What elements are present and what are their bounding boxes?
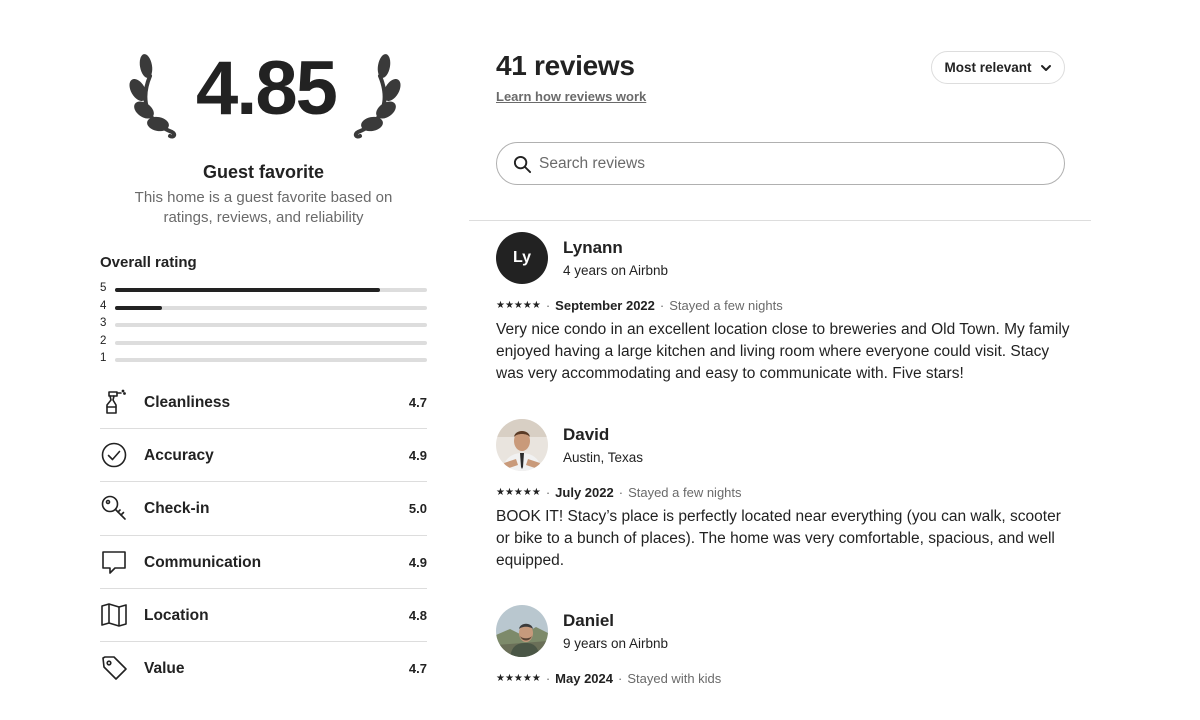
review-date: May 2024 — [555, 671, 613, 686]
overall-rating-title: Overall rating — [100, 254, 197, 271]
reviewer-name: David — [563, 425, 610, 444]
category-accuracy: Accuracy 4.9 — [100, 429, 427, 483]
category-cleanliness: Cleanliness 4.7 — [100, 376, 427, 430]
reviewer-subtitle: Austin, Texas — [563, 450, 644, 465]
category-label: Value — [144, 659, 185, 677]
star-rating: ★★★★★ — [496, 673, 541, 684]
rating-bar-fill — [115, 288, 381, 292]
rating-bar-fill — [115, 305, 162, 310]
review-text: Very nice condo in an excellent location… — [496, 321, 1070, 382]
avatar[interactable] — [496, 605, 548, 657]
check-circle-icon — [101, 442, 127, 468]
chevron-down-icon — [1040, 64, 1051, 71]
review-meta: ★★★★★ · September 2022 · Stayed a few ni… — [496, 298, 783, 313]
rating-bar-track — [115, 340, 427, 345]
rating-bar-star: 3 — [100, 317, 107, 329]
search-reviews-box[interactable] — [496, 142, 1065, 185]
separator-dot: · — [618, 671, 623, 686]
rating-bar-star: 2 — [100, 334, 107, 347]
category-label: Cleanliness — [144, 394, 231, 411]
separator-dot: · — [545, 485, 551, 500]
rating-bar-row: 5 — [100, 281, 427, 299]
category-label: Communication — [144, 553, 262, 571]
category-value: 4.9 — [408, 554, 427, 570]
chat-bubble-icon — [102, 550, 126, 574]
category-label: Accuracy — [144, 447, 214, 465]
rating-bar-track — [115, 323, 427, 327]
star-rating: ★★★★★ — [496, 300, 541, 311]
category-value: 4.7 — [408, 660, 427, 676]
category-value: 4.7 — [408, 395, 427, 410]
rating-bar-row: 4 — [100, 299, 427, 317]
search-reviews-input[interactable] — [539, 151, 1039, 177]
rating-bar-row: 1 — [100, 351, 427, 369]
rating-bar-track — [115, 288, 427, 292]
review-text: BOOK IT! Stacy’s place is perfectly loca… — [496, 508, 1061, 569]
map-icon — [101, 602, 127, 627]
category-value: 5.0 — [408, 501, 427, 517]
category-value: 4.9 — [408, 448, 427, 464]
overall-rating-value: 4.85 — [196, 46, 338, 131]
tag-icon — [102, 656, 127, 680]
reviewer-subtitle: 4 years on Airbnb — [563, 263, 669, 278]
rating-bar-star: 1 — [100, 352, 107, 364]
review-meta: ★★★★★ · July 2022 · Stayed a few nights — [496, 485, 742, 500]
separator-dot: · — [545, 671, 551, 686]
key-icon — [101, 496, 126, 521]
category-value-rating: Value 4.7 — [100, 642, 427, 695]
sort-dropdown-button[interactable]: Most relevant — [931, 51, 1065, 84]
avatar[interactable]: Ly — [496, 232, 548, 284]
sort-dropdown-label: Most relevant — [944, 60, 1032, 75]
avatar[interactable] — [496, 419, 548, 471]
separator-dot: · — [545, 298, 551, 313]
category-location: Location 4.8 — [100, 589, 427, 642]
category-label: Location — [144, 606, 209, 624]
stay-type: Stayed a few nights — [628, 485, 742, 500]
rating-bar-star: 5 — [100, 282, 107, 294]
rating-bar-row: 3 — [100, 316, 427, 334]
category-label: Check-in — [144, 500, 210, 518]
avatar-photo — [496, 605, 548, 657]
spray-bottle-icon — [106, 389, 126, 414]
learn-how-reviews-work-link[interactable]: Learn how reviews work — [496, 89, 646, 104]
rating-bar-track — [115, 358, 427, 362]
reviewer-name: Daniel — [563, 611, 615, 630]
review-date: July 2022 — [555, 485, 614, 500]
stay-type: Stayed with kids — [627, 671, 722, 686]
separator-dot: · — [618, 485, 624, 500]
laurel-right-icon — [353, 54, 401, 139]
section-divider — [469, 220, 1091, 221]
review-date: September 2022 — [555, 298, 655, 313]
category-communication: Communication 4.9 — [100, 536, 427, 589]
rating-bar-row: 2 — [100, 334, 427, 352]
category-check-in: Check-in 5.0 — [100, 482, 427, 536]
rating-distribution: 5 4 3 2 1 — [100, 281, 427, 369]
reviewer-subtitle: 9 years on Airbnb — [563, 636, 669, 651]
search-icon — [513, 155, 532, 174]
avatar-photo — [496, 419, 548, 471]
rating-hero: 4.85 — [126, 44, 406, 148]
guest-favorite-description: This home is a guest favorite based on r… — [134, 189, 393, 226]
rating-bar-star: 4 — [100, 299, 107, 312]
stay-type: Stayed a few nights — [669, 298, 783, 313]
reviews-count-heading: 41 reviews — [496, 50, 635, 81]
guest-favorite-title: Guest favorite — [202, 162, 325, 182]
separator-dot: · — [659, 298, 665, 313]
review-meta: ★★★★★ · May 2024 · Stayed with kids — [496, 671, 721, 686]
star-rating: ★★★★★ — [496, 487, 541, 498]
rating-bar-track — [115, 305, 427, 310]
category-ratings: Cleanliness 4.7 Accuracy 4.9 Check-in 5.… — [100, 376, 427, 695]
reviewer-name: Lynann — [563, 238, 623, 257]
laurel-left-icon — [129, 54, 177, 139]
category-value: 4.8 — [408, 607, 427, 623]
